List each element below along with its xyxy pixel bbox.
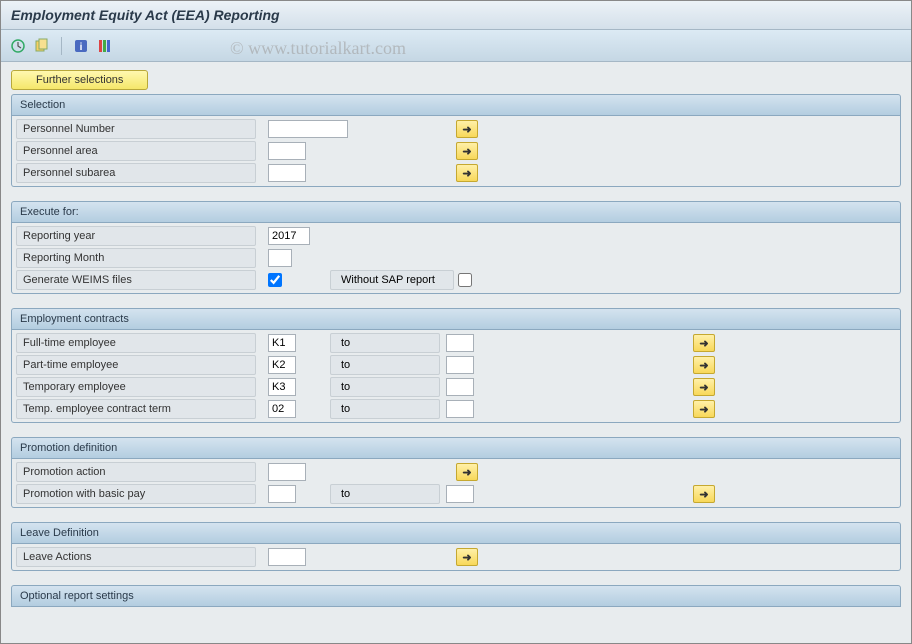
selection-header: Selection (11, 94, 901, 116)
arrow-right-icon: ➜ (699, 359, 708, 372)
promotion-action-input[interactable] (268, 463, 306, 481)
promotion-panel: Promotion definition Promotion action ➜ … (11, 437, 901, 508)
info-icon[interactable]: i (72, 37, 90, 55)
parttime-multiselect-button[interactable]: ➜ (693, 356, 715, 374)
reporting-month-label: Reporting Month (16, 248, 256, 268)
to-label: to (330, 355, 440, 375)
temporary-to-input[interactable] (446, 378, 474, 396)
promotion-action-multiselect-button[interactable]: ➜ (456, 463, 478, 481)
temp-term-multiselect-button[interactable]: ➜ (693, 400, 715, 418)
personnel-area-input[interactable] (268, 142, 306, 160)
arrow-right-icon: ➜ (699, 337, 708, 350)
temporary-from-input[interactable] (268, 378, 296, 396)
arrow-right-icon: ➜ (462, 466, 471, 479)
arrow-right-icon: ➜ (462, 145, 471, 158)
personnel-area-multiselect-button[interactable]: ➜ (456, 142, 478, 160)
parttime-to-input[interactable] (446, 356, 474, 374)
fulltime-from-input[interactable] (268, 334, 296, 352)
personnel-number-multiselect-button[interactable]: ➜ (456, 120, 478, 138)
to-label: to (330, 377, 440, 397)
personnel-area-label: Personnel area (16, 141, 256, 161)
temp-term-to-input[interactable] (446, 400, 474, 418)
arrow-right-icon: ➜ (462, 167, 471, 180)
fulltime-multiselect-button[interactable]: ➜ (693, 334, 715, 352)
promotion-basicpay-to-input[interactable] (446, 485, 474, 503)
to-label: to (330, 399, 440, 419)
arrow-right-icon: ➜ (699, 381, 708, 394)
to-label: to (330, 333, 440, 353)
further-selections-button[interactable]: Further selections (11, 70, 148, 90)
temporary-multiselect-button[interactable]: ➜ (693, 378, 715, 396)
generate-weims-label: Generate WEIMS files (16, 270, 256, 290)
arrow-right-icon: ➜ (699, 403, 708, 416)
leave-actions-multiselect-button[interactable]: ➜ (456, 548, 478, 566)
color-bars-icon[interactable] (96, 37, 114, 55)
promotion-basicpay-label: Promotion with basic pay (16, 484, 256, 504)
personnel-number-input[interactable] (268, 120, 348, 138)
without-sap-label: Without SAP report (330, 270, 454, 290)
reporting-month-input[interactable] (268, 249, 292, 267)
temp-term-label: Temp. employee contract term (16, 399, 256, 419)
personnel-number-label: Personnel Number (16, 119, 256, 139)
page-title: Employment Equity Act (EEA) Reporting (1, 1, 911, 30)
parttime-from-input[interactable] (268, 356, 296, 374)
toolbar: i (1, 30, 911, 62)
contracts-header: Employment contracts (11, 308, 901, 330)
content-area: Further selections Selection Personnel N… (1, 62, 911, 615)
generate-weims-checkbox[interactable] (268, 273, 282, 287)
arrow-right-icon: ➜ (462, 123, 471, 136)
optional-panel: Optional report settings (11, 585, 901, 607)
to-label: to (330, 484, 440, 504)
execute-panel: Execute for: Reporting year Reporting Mo… (11, 201, 901, 294)
execute-icon[interactable] (9, 37, 27, 55)
toolbar-separator (61, 37, 62, 55)
fulltime-to-input[interactable] (446, 334, 474, 352)
arrow-right-icon: ➜ (699, 488, 708, 501)
leave-panel: Leave Definition Leave Actions ➜ (11, 522, 901, 571)
leave-header: Leave Definition (11, 522, 901, 544)
parttime-label: Part-time employee (16, 355, 256, 375)
promotion-action-label: Promotion action (16, 462, 256, 482)
leave-actions-label: Leave Actions (16, 547, 256, 567)
personnel-subarea-multiselect-button[interactable]: ➜ (456, 164, 478, 182)
personnel-subarea-label: Personnel subarea (16, 163, 256, 183)
leave-actions-input[interactable] (268, 548, 306, 566)
selection-panel: Selection Personnel Number ➜ Personnel a… (11, 94, 901, 187)
reporting-year-input[interactable] (268, 227, 310, 245)
promotion-basicpay-from-input[interactable] (268, 485, 296, 503)
temp-term-from-input[interactable] (268, 400, 296, 418)
personnel-subarea-input[interactable] (268, 164, 306, 182)
arrow-right-icon: ➜ (462, 551, 471, 564)
temporary-label: Temporary employee (16, 377, 256, 397)
promotion-header: Promotion definition (11, 437, 901, 459)
promotion-basicpay-multiselect-button[interactable]: ➜ (693, 485, 715, 503)
without-sap-checkbox[interactable] (458, 273, 472, 287)
contracts-panel: Employment contracts Full-time employee … (11, 308, 901, 423)
fulltime-label: Full-time employee (16, 333, 256, 353)
optional-header: Optional report settings (11, 585, 901, 607)
execute-header: Execute for: (11, 201, 901, 223)
variant-icon[interactable] (33, 37, 51, 55)
svg-text:i: i (80, 42, 83, 53)
reporting-year-label: Reporting year (16, 226, 256, 246)
